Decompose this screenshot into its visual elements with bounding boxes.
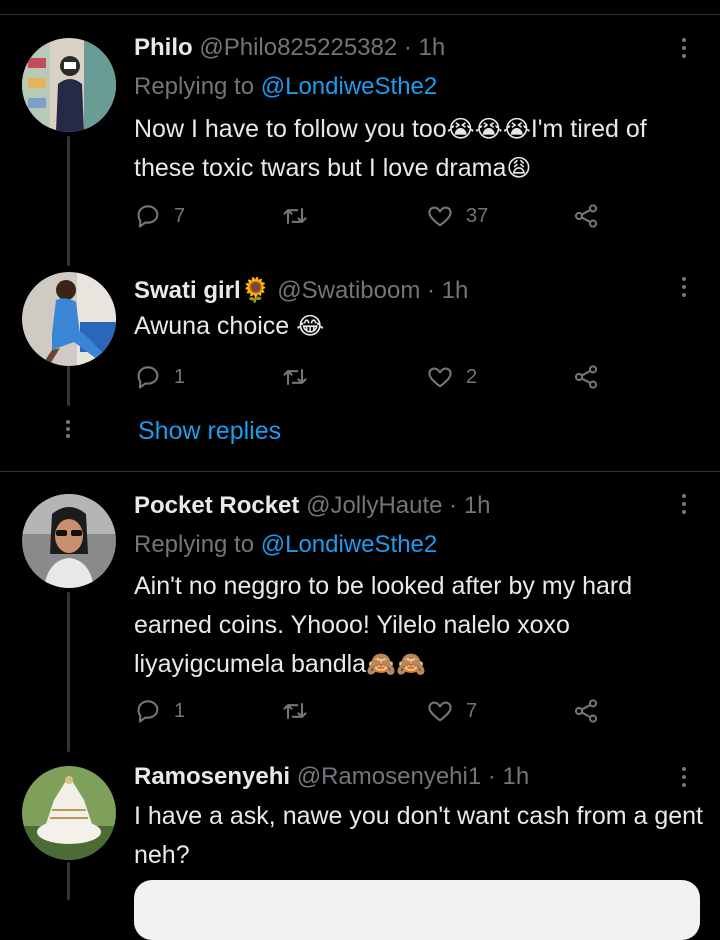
replying-to-handle[interactable]: @LondiweSthe2 — [261, 531, 437, 558]
retweet-icon — [283, 702, 307, 720]
thread-line — [67, 366, 70, 406]
tweet-text-part: Awuna choice — [134, 312, 290, 340]
tweet-header: Pocket Rocket @JollyHaute · 1h — [134, 491, 491, 521]
author-handle[interactable]: @Ramosenyehi1 — [297, 763, 481, 790]
reply-icon — [137, 366, 159, 389]
avatar-image — [22, 494, 116, 588]
media-attachment[interactable] — [134, 880, 700, 940]
more-icon[interactable] — [672, 272, 696, 302]
reply-icon — [137, 205, 159, 228]
reply-count: 1 — [174, 699, 186, 722]
emoji: 😩 — [506, 154, 532, 182]
replying-to-label: Replying to — [134, 531, 255, 558]
replying-to-handle[interactable]: @LondiweSthe2 — [261, 73, 437, 100]
retweet-button[interactable] — [281, 362, 321, 392]
share-icon — [574, 365, 598, 389]
avatar[interactable] — [22, 38, 116, 132]
share-button[interactable] — [572, 201, 600, 231]
reply-button[interactable]: 1 — [134, 362, 185, 392]
author-name[interactable]: Ramosenyehi — [134, 763, 290, 790]
replying-to: Replying to @LondiweSthe2 — [134, 72, 437, 102]
emoji: 😂 — [296, 312, 325, 340]
author-name[interactable]: Philo — [134, 34, 193, 61]
like-count: 2 — [466, 365, 478, 388]
reply-icon — [137, 700, 159, 723]
tweet-text: I have a ask, nawe you don't want cash f… — [134, 797, 704, 875]
reply-count: 1 — [174, 365, 186, 388]
retweet-icon — [283, 207, 307, 225]
avatar[interactable] — [22, 272, 116, 366]
author-handle[interactable]: @JollyHaute — [306, 492, 442, 519]
reply-count: 7 — [174, 204, 186, 227]
tweet-header: Philo @Philo825225382 · 1h — [134, 33, 445, 63]
avatar-image — [22, 272, 116, 366]
tweet-header: Swati girl🌻 @Swatiboom · 1h — [134, 275, 468, 306]
retweet-button[interactable] — [281, 201, 321, 231]
avatar-image — [22, 766, 116, 860]
emoji: 🙈🙈 — [366, 650, 426, 678]
show-replies-link[interactable]: Show replies — [138, 417, 281, 446]
tweet-actions: 1 2 — [134, 362, 614, 392]
like-button[interactable]: 37 — [426, 201, 488, 231]
avatar[interactable] — [22, 494, 116, 588]
avatar[interactable] — [22, 766, 116, 860]
avatar-image — [22, 38, 116, 132]
share-button[interactable] — [572, 696, 600, 726]
author-handle[interactable]: @Swatiboom — [277, 277, 420, 304]
author-name[interactable]: Swati girl — [134, 277, 241, 304]
like-count: 37 — [466, 204, 489, 227]
tweet-text: Ain't no neggro to be looked after by my… — [134, 567, 704, 684]
reply-button[interactable]: 1 — [134, 696, 185, 726]
top-divider — [0, 14, 720, 15]
heart-icon — [428, 206, 452, 227]
replying-to-label: Replying to — [134, 73, 255, 100]
tweet-header: Ramosenyehi @Ramosenyehi1 · 1h — [134, 762, 529, 792]
sunflower-emoji: 🌻 — [240, 276, 271, 304]
thread-line — [67, 592, 70, 752]
retweet-button[interactable] — [281, 696, 321, 726]
more-icon[interactable] — [672, 762, 696, 792]
like-button[interactable]: 7 — [426, 696, 477, 726]
like-button[interactable]: 2 — [426, 362, 477, 392]
timestamp[interactable]: · 1h — [404, 34, 445, 61]
author-handle[interactable]: @Philo825225382 — [199, 34, 397, 61]
reply-button[interactable]: 7 — [134, 201, 185, 231]
section-divider — [0, 471, 720, 472]
author-name[interactable]: Pocket Rocket — [134, 492, 299, 519]
heart-icon — [428, 367, 452, 388]
share-button[interactable] — [572, 362, 600, 392]
share-icon — [574, 699, 598, 723]
timestamp[interactable]: · 1h — [449, 492, 490, 519]
collapsed-thread-dots — [64, 420, 72, 438]
retweet-icon — [283, 368, 307, 386]
like-count: 7 — [466, 699, 478, 722]
tweet-actions: 7 37 — [134, 201, 614, 231]
thread-line — [67, 136, 70, 266]
tweet-text: Now I have to follow you too😭😭😭I'm tired… — [134, 110, 704, 188]
more-icon[interactable] — [672, 33, 696, 63]
timestamp[interactable]: · 1h — [427, 277, 468, 304]
more-icon[interactable] — [672, 489, 696, 519]
tweet-text-part: Now I have to follow you too — [134, 115, 447, 143]
tweet-actions: 1 7 — [134, 696, 614, 726]
timestamp[interactable]: · 1h — [488, 763, 529, 790]
tweet-text: Awuna choice 😂 — [134, 307, 704, 346]
thread-line — [67, 862, 70, 900]
tweet-text-part: I have a ask, nawe you don't want cash f… — [134, 802, 703, 869]
heart-icon — [428, 701, 452, 722]
emoji: 😭😭😭 — [446, 115, 531, 143]
replying-to: Replying to @LondiweSthe2 — [134, 530, 437, 560]
share-icon — [574, 204, 598, 228]
